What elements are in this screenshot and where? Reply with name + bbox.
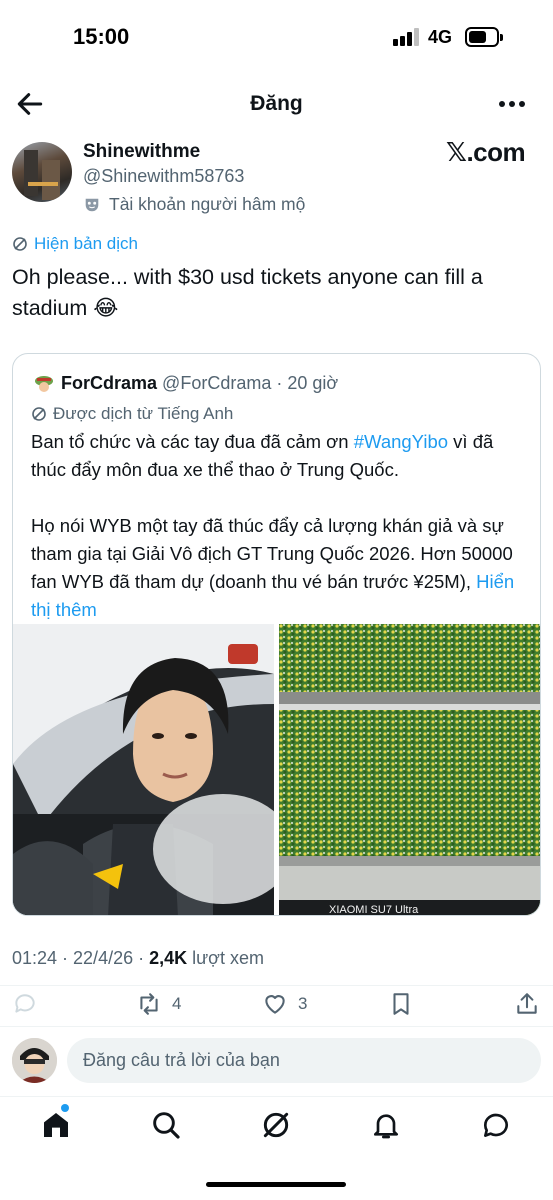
quoted-post-card[interactable]: ForCdrama @ForCdrama · 20 giờ Được dịch …: [12, 353, 541, 916]
signal-strength-icon: [393, 28, 421, 46]
share-button[interactable]: [514, 989, 540, 1019]
quoted-author-handle[interactable]: @ForCdrama: [162, 373, 271, 393]
show-translation-label: Hiện bản dịch: [34, 234, 138, 253]
home-indicator: [206, 1182, 346, 1187]
banner-text: XIAOMI SU7 Ultra: [329, 904, 419, 916]
quoted-text-part: Họ nói WYB một tay đã thúc đẩy cả lượng …: [31, 515, 513, 592]
author-avatar[interactable]: [12, 142, 72, 202]
messages-icon[interactable]: [480, 1109, 512, 1141]
fan-account-label: Tài khoản người hâm mộ: [109, 194, 306, 214]
view-count-label: lượt xem: [187, 948, 264, 968]
network-type: 4G: [428, 27, 453, 47]
x-com-watermark: 𝕏.com: [446, 137, 526, 167]
fan-account-badge: Tài khoản người hâm mộ: [83, 194, 305, 215]
heart-icon: [265, 995, 285, 1014]
post-text: Oh please... with $30 usd tickets anyone…: [12, 262, 542, 324]
author-handle[interactable]: @Shinewithm58763: [83, 166, 244, 187]
battery-icon: [465, 27, 503, 47]
bookmark-icon: [393, 993, 409, 1015]
like-count: 3: [298, 994, 308, 1013]
post-text-line: Oh please... with $30 usd tickets anyone…: [12, 265, 483, 289]
hashtag-link[interactable]: #WangYibo: [354, 431, 448, 452]
post-text-line: stadium 😂: [12, 296, 119, 320]
stadium-crowd-photo[interactable]: XIAOMI SU7 Ultra: [279, 624, 540, 916]
share-icon: [517, 993, 537, 1014]
bookmark-button[interactable]: [388, 989, 414, 1019]
show-translation-link[interactable]: Hiện bản dịch: [12, 234, 138, 254]
post-actions: 4 3: [0, 985, 553, 1025]
quoted-author-name[interactable]: ForCdrama: [61, 373, 157, 393]
translated-note: Được dịch từ Tiếng Anh: [31, 404, 233, 424]
like-button[interactable]: 3: [262, 989, 307, 1019]
driver-in-race-car-photo[interactable]: [13, 624, 274, 915]
reply-placeholder: Đăng câu trả lời của bạn: [83, 1050, 280, 1070]
view-count: 2,4K: [149, 948, 188, 968]
translated-note-label: Được dịch từ Tiếng Anh: [53, 404, 234, 423]
reply-button[interactable]: [12, 989, 38, 1019]
author-display-name[interactable]: Shinewithme: [83, 141, 200, 163]
quoted-post-header: ForCdrama @ForCdrama · 20 giờ: [61, 373, 338, 394]
reply-input[interactable]: Đăng câu trả lời của bạn: [67, 1038, 541, 1083]
status-bar: 15:00 4G: [0, 0, 553, 76]
more-horizontal-icon[interactable]: [496, 90, 528, 118]
quoted-post-text: Ban tổ chức và các tay đua đã cảm ơn #Wa…: [31, 428, 531, 624]
repost-icon: [140, 993, 158, 1015]
translate-icon: [13, 237, 27, 251]
mask-icon: [85, 198, 99, 211]
status-time: 15:00: [73, 24, 130, 49]
quoted-post-time: · 20 giờ: [276, 373, 339, 393]
forcdrama-avatar: [35, 376, 53, 392]
bottom-tab-bar: [0, 1096, 553, 1156]
grok-icon[interactable]: [260, 1109, 292, 1141]
page-title: Đăng: [250, 92, 303, 115]
home-icon[interactable]: [40, 1109, 72, 1141]
quoted-text-part: Ban tổ chức và các tay đua đã cảm ơn: [31, 431, 354, 452]
post-timestamp: 01:24 · 22/4/26 ·: [12, 948, 150, 968]
repost-button[interactable]: 4: [136, 989, 181, 1019]
post-header: Đăng: [0, 76, 553, 132]
repost-count: 4: [172, 994, 182, 1013]
post-meta: 01:24 · 22/4/26 · 2,4K lượt xem: [12, 948, 264, 969]
current-user-avatar[interactable]: [12, 1038, 57, 1083]
divider: [0, 1026, 553, 1027]
notifications-icon[interactable]: [370, 1109, 402, 1141]
home-notification-dot: [61, 1104, 69, 1112]
reply-icon: [15, 994, 35, 1013]
translate-icon: [32, 407, 46, 421]
search-icon[interactable]: [150, 1109, 182, 1141]
